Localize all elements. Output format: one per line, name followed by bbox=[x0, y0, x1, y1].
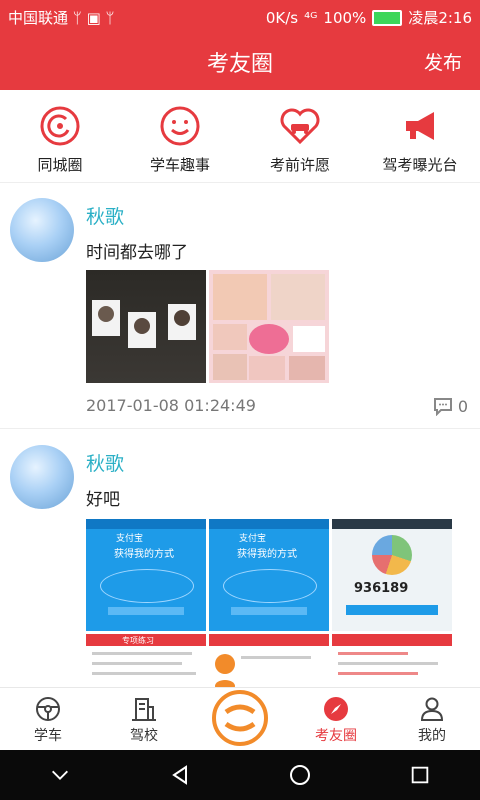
steering-wheel-icon bbox=[36, 697, 60, 721]
post-photo[interactable]: 支付宝 获得我的方式 bbox=[86, 519, 206, 631]
post-photo[interactable] bbox=[332, 634, 452, 687]
post-feed[interactable]: 秋歌 时间都去哪了 2017-01-08 01:24:49 0 秋歌 好吧 支付… bbox=[0, 182, 480, 687]
center-logo-icon bbox=[224, 704, 256, 732]
photo-grid bbox=[86, 270, 329, 383]
post-photo[interactable]: 936189 bbox=[332, 519, 452, 631]
avatar[interactable] bbox=[10, 198, 74, 262]
post-photo[interactable]: 支付宝 获得我的方式 bbox=[209, 519, 329, 631]
nav-home-button[interactable] bbox=[270, 755, 330, 795]
nav-down-button[interactable] bbox=[30, 755, 90, 795]
category-bar: 同城圈 学车趣事 考前许愿 驾考曝光台 bbox=[0, 90, 480, 183]
target-icon bbox=[40, 106, 80, 146]
image-text: 专项练习 bbox=[122, 636, 154, 645]
author-name[interactable]: 秋歌 bbox=[86, 449, 124, 476]
comment-count-button[interactable]: 0 bbox=[432, 396, 468, 416]
battery-percent: 100% bbox=[323, 8, 367, 27]
post-timestamp: 2017-01-08 01:24:49 bbox=[86, 396, 256, 415]
system-nav-bar bbox=[0, 750, 480, 800]
category-label: 考前许愿 bbox=[269, 156, 330, 174]
signal-indicator: ⁴ᴳ bbox=[304, 8, 318, 27]
publish-button[interactable]: 发布 bbox=[424, 48, 462, 75]
network-speed: 0K/s bbox=[265, 8, 299, 27]
building-icon bbox=[132, 698, 156, 721]
tab-label: 我的 bbox=[418, 728, 446, 744]
status-left: 中国联通 ᛘ ▣ ᛘ bbox=[8, 7, 115, 28]
tab-label: 考友圈 bbox=[315, 728, 357, 744]
nav-back-button[interactable] bbox=[150, 755, 210, 795]
app-bar: 考友圈 发布 bbox=[0, 32, 480, 90]
heart-car-icon bbox=[280, 108, 320, 145]
home-circle-icon bbox=[290, 765, 310, 785]
tab-school[interactable]: 驾校 bbox=[96, 688, 192, 751]
post-card[interactable]: 秋歌 时间都去哪了 2017-01-08 01:24:49 0 bbox=[0, 182, 480, 429]
category-expose[interactable]: 驾考曝光台 bbox=[365, 90, 475, 182]
tab-learn[interactable]: 学车 bbox=[0, 688, 96, 751]
comment-count: 0 bbox=[457, 396, 468, 416]
tab-me[interactable]: 我的 bbox=[384, 688, 480, 751]
post-photo[interactable] bbox=[209, 634, 329, 687]
carrier-label: 中国联通 bbox=[8, 9, 69, 27]
post-photo[interactable] bbox=[86, 270, 206, 383]
author-name[interactable]: 秋歌 bbox=[86, 202, 124, 229]
category-label: 学车趣事 bbox=[149, 156, 210, 174]
category-label: 驾考曝光台 bbox=[382, 156, 458, 174]
nav-recents-button[interactable] bbox=[390, 755, 450, 795]
post-photo[interactable]: 专项练习 bbox=[86, 634, 206, 687]
image-text: 获得我的方式 bbox=[237, 549, 297, 560]
category-label: 同城圈 bbox=[37, 156, 83, 174]
tab-label: 学车 bbox=[34, 728, 62, 744]
status-bar: 中国联通 ᛘ ▣ ᛘ 0K/s ⁴ᴳ 100% 凌晨2:16 bbox=[0, 0, 480, 32]
tab-label: 驾校 bbox=[130, 728, 158, 744]
image-text: 支付宝 bbox=[116, 534, 144, 544]
image-number: 936189 bbox=[354, 581, 409, 596]
chevron-down-icon bbox=[52, 770, 68, 780]
clock: 凌晨2:16 bbox=[408, 9, 472, 27]
page-title: 考友圈 bbox=[206, 52, 273, 77]
category-city[interactable]: 同城圈 bbox=[5, 90, 115, 182]
status-icons: ᛘ ▣ ᛘ bbox=[72, 9, 115, 27]
battery-icon bbox=[372, 9, 403, 26]
megaphone-icon bbox=[406, 112, 434, 140]
post-text: 时间都去哪了 bbox=[86, 243, 188, 263]
post-photo[interactable] bbox=[209, 270, 329, 383]
image-text: 支付宝 bbox=[239, 534, 267, 544]
photo-grid: 支付宝 获得我的方式 支付宝 获得我的方式 936189 专项练习 bbox=[86, 519, 456, 687]
category-wish[interactable]: 考前许愿 bbox=[245, 90, 355, 182]
tab-community[interactable]: 考友圈 bbox=[288, 688, 384, 751]
post-card[interactable]: 秋歌 好吧 支付宝 获得我的方式 支付宝 获得我的方式 936189 专项练习 bbox=[0, 429, 480, 687]
center-logo-button[interactable] bbox=[212, 690, 268, 746]
comment-icon bbox=[433, 398, 452, 416]
category-fun[interactable]: 学车趣事 bbox=[125, 90, 235, 182]
back-triangle-icon bbox=[172, 765, 187, 785]
recents-square-icon bbox=[411, 766, 429, 784]
user-icon bbox=[420, 697, 444, 721]
avatar[interactable] bbox=[10, 445, 74, 509]
image-text: 获得我的方式 bbox=[114, 549, 174, 560]
compass-icon bbox=[324, 697, 348, 721]
smile-icon bbox=[160, 106, 200, 146]
post-text: 好吧 bbox=[86, 490, 120, 510]
status-right: 0K/s ⁴ᴳ 100% 凌晨2:16 bbox=[266, 7, 472, 28]
